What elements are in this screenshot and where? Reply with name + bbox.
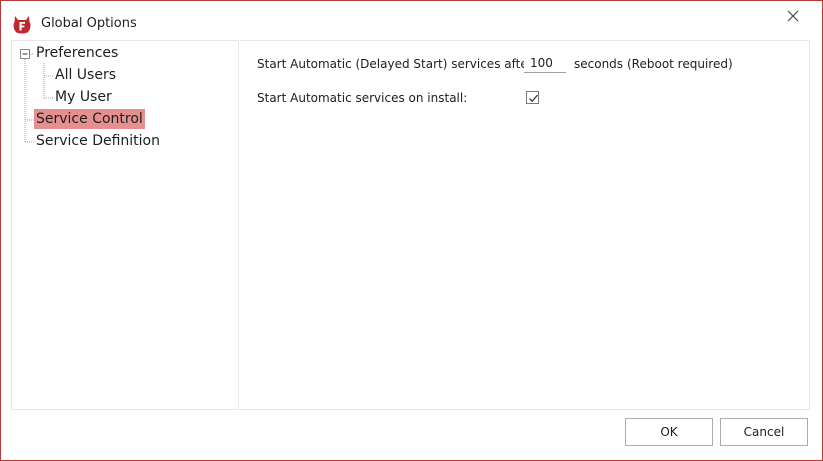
service-control-panel: Start Automatic (Delayed Start) services… <box>240 40 810 410</box>
window-title: Global Options <box>41 16 137 31</box>
tree-item-service-definition[interactable]: Service Definition <box>34 131 162 151</box>
start-on-install-label: Start Automatic services on install: <box>257 91 468 105</box>
tree-item-all-users[interactable]: All Users <box>53 65 118 85</box>
reboot-required-note: (Reboot required) <box>627 57 733 71</box>
delayed-start-label: Start Automatic (Delayed Start) services… <box>257 57 533 71</box>
close-button[interactable] <box>780 4 806 30</box>
delayed-start-seconds-input[interactable] <box>524 53 566 73</box>
tree-item-my-user[interactable]: My User <box>53 87 114 107</box>
firedaemon-logo-icon <box>11 13 33 35</box>
seconds-unit-label: seconds <box>574 57 624 71</box>
options-tree: Preferences All Users My User Service Co… <box>11 40 239 410</box>
close-icon <box>787 10 799 22</box>
ok-button[interactable]: OK <box>625 418 713 446</box>
cancel-button[interactable]: Cancel <box>720 418 808 446</box>
title-bar: Global Options <box>1 1 822 39</box>
checkmark-icon <box>529 94 538 103</box>
start-on-install-checkbox[interactable] <box>526 91 539 104</box>
tree-item-preferences[interactable]: Preferences <box>34 43 120 63</box>
global-options-dialog: Global Options Preferences All Users My … <box>0 0 823 461</box>
tree-item-service-control[interactable]: Service Control <box>34 109 145 129</box>
